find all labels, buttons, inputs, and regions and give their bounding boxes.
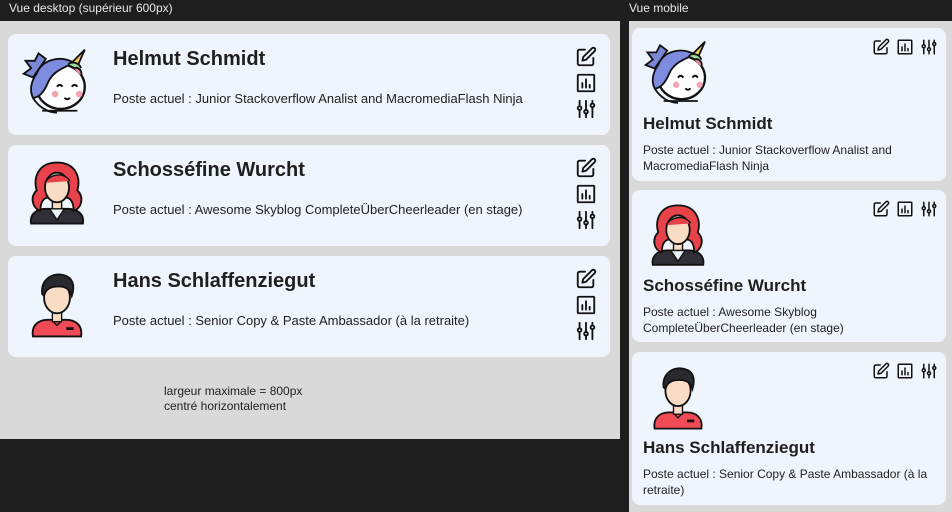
person-job: Poste actuel : Junior Stackoverflow Anal… <box>643 143 892 173</box>
person-card: Hans Schlaffenziegut Poste actuel : Seni… <box>632 352 946 505</box>
settings-sliders-icon[interactable] <box>575 320 597 342</box>
person-job: Poste actuel : Awesome Skyblog CompleteÜ… <box>113 202 523 217</box>
card-actions <box>575 46 597 124</box>
layout-note-line2: centré horizontalement <box>164 399 287 413</box>
mobile-view-label: Vue mobile <box>629 1 689 15</box>
unicorn-avatar <box>20 46 94 126</box>
layout-note: largeur maximale = 800px centré horizont… <box>164 384 302 414</box>
person-name: Schosséfine Wurcht <box>643 276 807 295</box>
settings-sliders-icon[interactable] <box>920 200 938 218</box>
card-actions <box>575 157 597 235</box>
edit-icon[interactable] <box>872 200 890 218</box>
unicorn-avatar <box>642 38 714 116</box>
edit-icon[interactable] <box>575 46 597 68</box>
dark-haired-man-avatar <box>642 362 714 440</box>
person-card: Schosséfine Wurcht Poste actuel : Awesom… <box>632 190 946 342</box>
person-name: Hans Schlaffenziegut <box>113 270 316 292</box>
desktop-view-label: Vue desktop (supérieur 600px) <box>9 1 173 15</box>
card-actions <box>872 38 938 56</box>
settings-sliders-icon[interactable] <box>920 362 938 380</box>
settings-sliders-icon[interactable] <box>575 98 597 120</box>
card-actions <box>872 362 938 380</box>
chart-icon[interactable] <box>896 200 914 218</box>
chart-icon[interactable] <box>896 38 914 56</box>
card-actions <box>575 268 597 346</box>
person-card: Schosséfine Wurcht Poste actuel : Awesom… <box>8 145 610 246</box>
person-card: Helmut Schmidt Poste actuel : Junior Sta… <box>632 28 946 181</box>
chart-icon[interactable] <box>575 183 597 205</box>
edit-icon[interactable] <box>872 362 890 380</box>
chart-icon[interactable] <box>575 72 597 94</box>
settings-sliders-icon[interactable] <box>920 38 938 56</box>
person-name: Schosséfine Wurcht <box>113 159 305 181</box>
person-card: Helmut Schmidt Poste actuel : Junior Sta… <box>8 34 610 135</box>
layout-note-line1: largeur maximale = 800px <box>164 384 303 398</box>
edit-icon[interactable] <box>575 157 597 179</box>
person-name: Hans Schlaffenziegut <box>643 438 815 457</box>
person-name: Helmut Schmidt <box>113 48 266 70</box>
person-name: Helmut Schmidt <box>643 114 773 133</box>
person-card: Hans Schlaffenziegut Poste actuel : Seni… <box>8 256 610 357</box>
edit-icon[interactable] <box>872 38 890 56</box>
red-haired-woman-avatar <box>642 200 714 278</box>
person-job: Poste actuel : Junior Stackoverflow Anal… <box>113 91 523 106</box>
person-job: Poste actuel : Awesome Skyblog CompleteÜ… <box>643 305 844 335</box>
dark-haired-man-avatar <box>20 268 94 348</box>
card-actions <box>872 200 938 218</box>
person-job: Poste actuel : Senior Copy & Paste Ambas… <box>113 313 470 328</box>
chart-icon[interactable] <box>575 294 597 316</box>
red-haired-woman-avatar <box>20 157 94 237</box>
person-job: Poste actuel : Senior Copy & Paste Ambas… <box>643 467 928 497</box>
desktop-frame: Helmut Schmidt Poste actuel : Junior Sta… <box>0 21 620 439</box>
chart-icon[interactable] <box>896 362 914 380</box>
mobile-frame: Helmut Schmidt Poste actuel : Junior Sta… <box>629 21 952 512</box>
edit-icon[interactable] <box>575 268 597 290</box>
settings-sliders-icon[interactable] <box>575 209 597 231</box>
